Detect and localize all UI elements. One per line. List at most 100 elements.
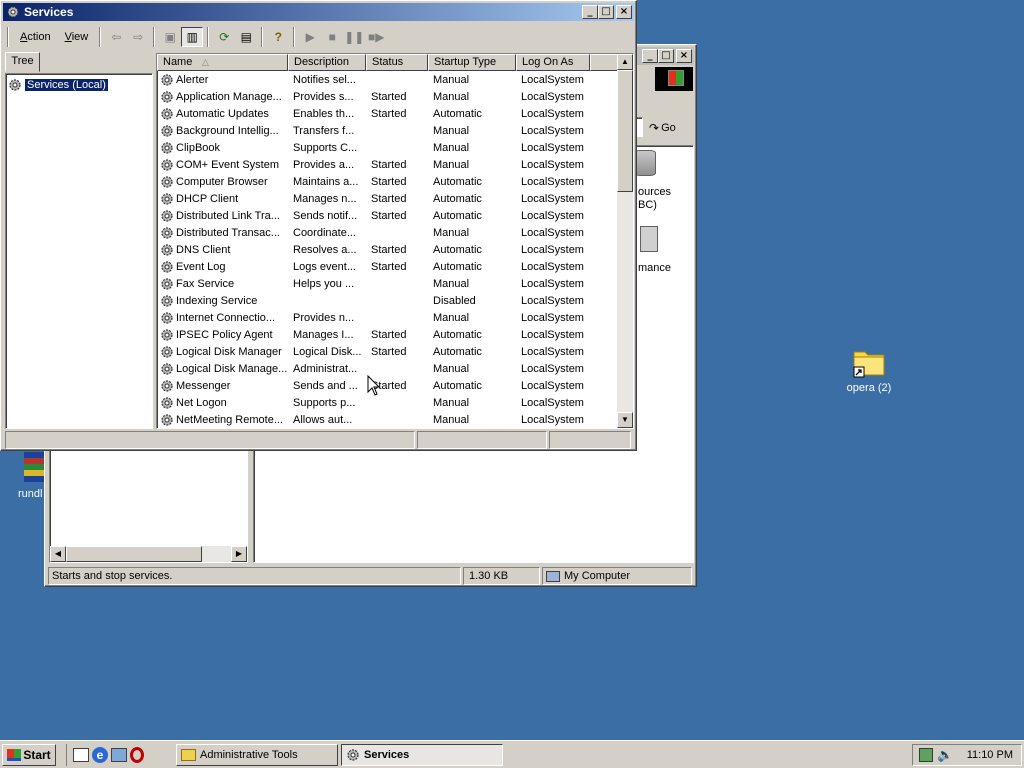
cell-name: Logical Disk Manage... [157, 362, 288, 376]
service-gear-icon [160, 277, 174, 291]
sort-ascending-icon: △ [202, 57, 209, 67]
vscrollbar[interactable]: ▲ ▼ [617, 54, 633, 428]
cell-startup-type: Manual [433, 311, 470, 324]
cell-startup-type: Manual [433, 396, 470, 409]
tree-root[interactable]: Services (Local) [8, 78, 109, 92]
menu-view[interactable]: View [58, 29, 96, 45]
pause-service-icon[interactable]: ❚❚ [343, 27, 365, 47]
service-row[interactable]: DHCP Client Manages n... Started Automatic L… [157, 190, 590, 207]
service-row[interactable]: COM+ Event System Provides a... Started Man… [157, 156, 590, 173]
service-row[interactable]: Logical Disk Manager Logical Disk... Start… [157, 343, 590, 360]
close-button[interactable]: × [676, 49, 692, 63]
service-row[interactable]: Internet Connectio... Provides n... Manual… [157, 309, 590, 326]
network-tray-icon[interactable] [919, 748, 933, 762]
service-name: COM+ Event System [176, 158, 280, 171]
clock[interactable]: 11:10 PM [967, 749, 1013, 761]
status-pane [549, 431, 631, 449]
service-row[interactable]: Event Log Logs event... Started Automatic Lo… [157, 258, 590, 275]
desktop-icon-opera[interactable]: opera (2) [838, 344, 900, 400]
taskbar-button-services[interactable]: Services [341, 744, 503, 766]
forward-arrow-icon[interactable]: ⇨ [127, 27, 149, 47]
hscrollbar[interactable]: ◀ ▶ [50, 546, 247, 562]
menu-action[interactable]: Action [13, 29, 58, 45]
scroll-thumb[interactable] [617, 70, 633, 192]
restart-service-icon[interactable]: ■▶ [365, 27, 387, 47]
service-name: Net Logon [176, 396, 227, 409]
service-row[interactable]: IPSEC Policy Agent Manages I... Started Aut… [157, 326, 590, 343]
network-icon[interactable] [111, 748, 127, 762]
cell-name: Indexing Service [157, 294, 288, 308]
maximize-button[interactable]: □ [598, 5, 614, 19]
cell-log-on-as: LocalSystem [521, 175, 584, 188]
service-row[interactable]: Automatic Updates Enables th... Started Aut… [157, 105, 590, 122]
scroll-thumb[interactable] [66, 546, 202, 562]
export-list-icon[interactable]: ▤ [235, 27, 257, 47]
go-button[interactable]: ↷ Go [649, 118, 689, 138]
refresh-icon[interactable]: ⟳ [213, 27, 235, 47]
service-name: NetMeeting Remote... [176, 413, 283, 426]
stop-service-icon[interactable]: ■ [321, 27, 343, 47]
service-name: Distributed Link Tra... [176, 209, 280, 222]
service-row[interactable]: NetMeeting Remote... Allows aut... Manual L… [157, 411, 590, 428]
maximize-button[interactable]: □ [658, 49, 674, 63]
start-button[interactable]: Start [2, 744, 56, 766]
column-header-startup-type[interactable]: Startup Type [428, 54, 516, 71]
up-folder-icon[interactable]: ▣ [159, 27, 181, 47]
services-window[interactable]: Services _ □ × Action View ⇦ ⇨ ▣ ▥ ⟳ ▤ ?… [0, 0, 637, 451]
cell-log-on-as: LocalSystem [521, 277, 584, 290]
internet-explorer-icon[interactable]: e [92, 747, 108, 763]
cell-startup-type: Automatic [433, 107, 482, 120]
taskbar-button-administrative-tools[interactable]: Administrative Tools [176, 744, 338, 766]
service-gear-icon [160, 311, 174, 325]
service-name: IPSEC Policy Agent [176, 328, 273, 341]
cell-name: Alerter [157, 73, 288, 87]
item-label: mance [638, 262, 672, 274]
service-row[interactable]: DNS Client Resolves a... Started Automatic L… [157, 241, 590, 258]
column-header-status[interactable]: Status [366, 54, 428, 71]
service-row[interactable]: Computer Browser Maintains a... Started Aut… [157, 173, 590, 190]
minimize-button[interactable]: _ [642, 49, 658, 63]
service-name: Messenger [176, 379, 231, 392]
cell-log-on-as: LocalSystem [521, 396, 584, 409]
close-button[interactable]: × [616, 5, 632, 19]
sources-icon[interactable] [634, 150, 656, 176]
show-desktop-icon[interactable] [73, 748, 89, 762]
service-name: Computer Browser [176, 175, 268, 188]
service-row[interactable]: Indexing Service Disabled LocalSystem [157, 292, 590, 309]
column-header-log-on-as[interactable]: Log On As [516, 54, 590, 71]
service-gear-icon [160, 107, 174, 121]
cell-status: Started [371, 192, 407, 205]
service-row[interactable]: Application Manage... Provides s... Starte… [157, 88, 590, 105]
item-label: BC) [638, 199, 657, 211]
cell-name: Distributed Transac... [157, 226, 288, 240]
services-statusbar [5, 431, 633, 449]
service-gear-icon [160, 73, 174, 87]
tree-tab[interactable]: Tree [5, 52, 40, 72]
service-row[interactable]: Distributed Transac... Coordinate... Manua… [157, 224, 590, 241]
services-titlebar[interactable]: Services _ □ × [3, 3, 634, 21]
scroll-left-button[interactable]: ◀ [50, 546, 66, 562]
service-row[interactable]: Alerter Notifies sel... Manual LocalSystem [157, 71, 590, 88]
opera-icon[interactable] [130, 747, 144, 763]
back-arrow-icon[interactable]: ⇦ [105, 27, 127, 47]
show-tree-icon[interactable]: ▥ [181, 27, 204, 47]
performance-icon[interactable] [640, 226, 658, 252]
scroll-right-button[interactable]: ▶ [231, 546, 247, 562]
service-name: Fax Service [176, 277, 235, 290]
cell-log-on-as: LocalSystem [521, 413, 584, 426]
scroll-down-button[interactable]: ▼ [617, 412, 633, 428]
minimize-button[interactable]: _ [582, 5, 598, 19]
help-icon[interactable]: ? [267, 27, 289, 47]
service-row[interactable]: Fax Service Helps you ... Manual LocalSyste… [157, 275, 590, 292]
service-name: ClipBook [176, 141, 221, 154]
start-service-icon[interactable]: ▶ [299, 27, 321, 47]
service-row[interactable]: ClipBook Supports C... Manual LocalSystem [157, 139, 590, 156]
go-label: Go [661, 122, 676, 134]
scroll-up-button[interactable]: ▲ [617, 54, 633, 70]
column-header-name[interactable]: Name △ [157, 54, 288, 71]
service-row[interactable]: Background Intellig... Transfers f... Manu… [157, 122, 590, 139]
service-row[interactable]: Distributed Link Tra... Sends notif... Sta… [157, 207, 590, 224]
column-header-description[interactable]: Description [288, 54, 366, 71]
volume-icon[interactable]: 🔈 [937, 747, 953, 763]
service-name: Automatic Updates [176, 107, 269, 120]
